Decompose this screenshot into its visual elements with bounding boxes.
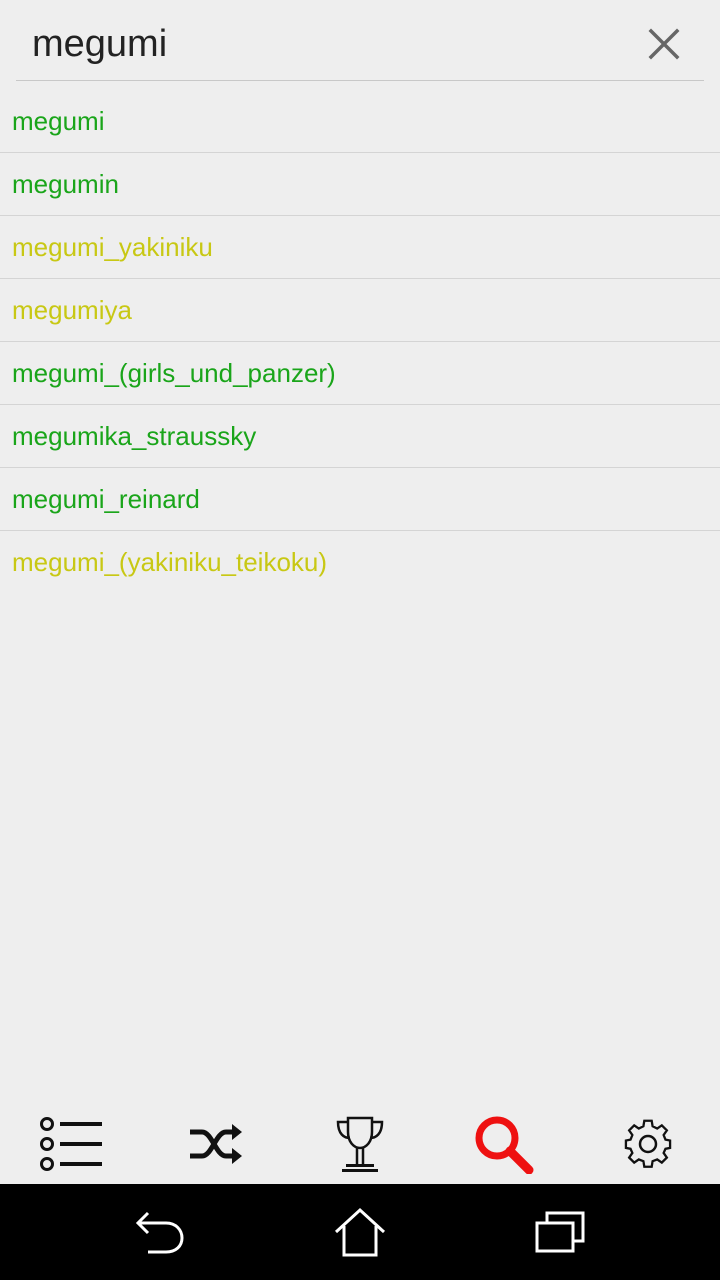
gear-icon: [624, 1119, 672, 1168]
tab-rankings[interactable]: [288, 1104, 432, 1184]
app-screen: megumi megumin megumi_yakiniku megumiya …: [0, 0, 720, 1280]
close-icon: [648, 28, 680, 60]
suggestion-item[interactable]: megumi_(girls_und_panzer): [0, 342, 720, 405]
recent-apps-icon: [535, 1211, 585, 1253]
search-icon: [475, 1116, 534, 1174]
search-bar: [16, 0, 704, 81]
list-icon: [40, 1117, 102, 1171]
suggestion-item[interactable]: megumi_yakiniku: [0, 216, 720, 279]
system-navigation-bar: [0, 1184, 720, 1280]
suggestion-item[interactable]: megumiya: [0, 279, 720, 342]
shuffle-icon: [190, 1124, 242, 1164]
back-button[interactable]: [130, 1204, 190, 1260]
clear-search-button[interactable]: [640, 20, 688, 68]
back-icon: [135, 1211, 184, 1254]
search-input[interactable]: [32, 16, 612, 72]
home-icon: [334, 1207, 386, 1257]
suggestion-item[interactable]: megumi_reinard: [0, 468, 720, 531]
tab-list[interactable]: [0, 1104, 144, 1184]
recent-apps-button[interactable]: [530, 1204, 590, 1260]
suggestion-item[interactable]: megumika_straussky: [0, 405, 720, 468]
tab-random[interactable]: [144, 1104, 288, 1184]
suggestion-item[interactable]: megumin: [0, 153, 720, 216]
suggestion-list: megumi megumin megumi_yakiniku megumiya …: [0, 90, 720, 593]
suggestion-item[interactable]: megumi_(yakiniku_teikoku): [0, 531, 720, 593]
home-button[interactable]: [330, 1204, 390, 1260]
tab-search[interactable]: [432, 1104, 576, 1184]
suggestion-item[interactable]: megumi: [0, 90, 720, 153]
bottom-tab-bar: [0, 1104, 720, 1184]
tab-settings[interactable]: [576, 1104, 720, 1184]
trophy-icon: [336, 1116, 384, 1172]
